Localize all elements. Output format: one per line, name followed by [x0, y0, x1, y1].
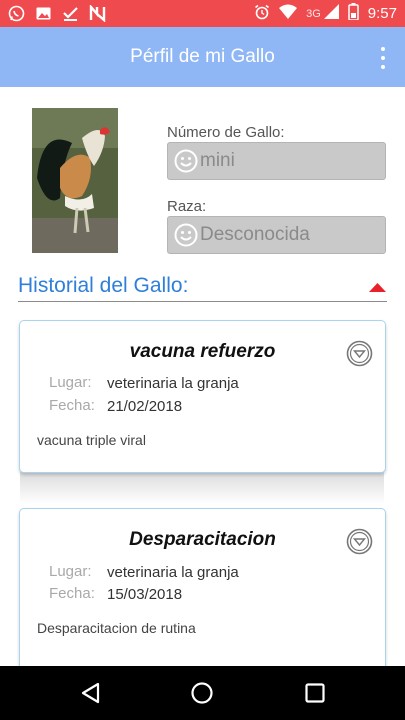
card-title: vacuna refuerzo: [129, 341, 276, 362]
smiley-icon: [174, 223, 198, 247]
alarm-icon: [254, 4, 270, 24]
raza-label: Raza:: [167, 198, 207, 215]
back-icon[interactable]: [79, 681, 103, 705]
recents-icon[interactable]: [303, 681, 327, 705]
system-nav-bar: [0, 666, 405, 720]
numero-gallo-value: mini: [200, 150, 235, 171]
numero-gallo-label: Número de Gallo:: [167, 124, 285, 141]
status-bar: 3G 9:57: [0, 0, 405, 27]
image-icon: [35, 5, 52, 22]
numero-gallo-field[interactable]: mini: [167, 142, 386, 180]
card-description: vacuna triple viral: [37, 432, 146, 448]
raza-field[interactable]: Desconocida: [167, 216, 386, 254]
fecha-value: 15/03/2018: [107, 586, 183, 603]
smiley-icon: [174, 149, 198, 173]
lugar-value: veterinaria la granja: [107, 564, 239, 581]
fecha-value: 21/02/2018: [107, 398, 183, 415]
app-n-icon: [89, 5, 106, 22]
history-card[interactable]: Desparacitacion Lugar: veterinaria la gr…: [19, 508, 386, 678]
home-icon[interactable]: [190, 681, 214, 705]
network-type: 3G: [306, 7, 321, 20]
clock-time: 9:57: [367, 5, 397, 22]
lugar-value: veterinaria la granja: [107, 375, 239, 392]
historial-title: Historial del Gallo:: [18, 274, 189, 297]
card-description: Desparacitacion de rutina: [37, 620, 196, 636]
collapse-up-icon[interactable]: [369, 282, 386, 292]
more-vert-icon[interactable]: [377, 47, 389, 69]
expand-down-icon[interactable]: [346, 528, 373, 555]
wifi-icon: [279, 4, 298, 23]
fecha-label: Fecha:: [49, 397, 95, 414]
lugar-label: Lugar:: [49, 563, 92, 580]
card-shadow: [20, 472, 384, 504]
app-bar: Pérfil de mi Gallo: [0, 27, 405, 87]
card-title: Desparacitacion: [129, 529, 276, 550]
whatsapp-icon: [8, 5, 25, 22]
expand-down-icon[interactable]: [346, 340, 373, 367]
battery-icon: [348, 3, 359, 24]
rooster-photo: [32, 108, 118, 253]
history-card[interactable]: vacuna refuerzo Lugar: veterinaria la gr…: [19, 320, 386, 473]
lugar-label: Lugar:: [49, 374, 92, 391]
raza-value: Desconocida: [200, 224, 310, 245]
download-check-icon: [62, 5, 79, 22]
page-title: Pérfil de mi Gallo: [130, 46, 275, 67]
fecha-label: Fecha:: [49, 585, 95, 602]
signal-icon: [323, 4, 339, 23]
section-divider: [18, 301, 387, 302]
